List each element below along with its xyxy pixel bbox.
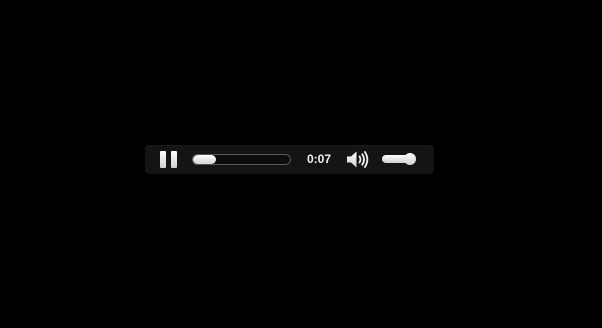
progress-thumb[interactable] bbox=[194, 155, 217, 164]
mute-button[interactable] bbox=[346, 150, 370, 169]
speaker-volume-icon bbox=[347, 151, 369, 168]
pause-icon-bar-left bbox=[160, 151, 166, 168]
volume-thumb[interactable] bbox=[404, 153, 416, 165]
video-stage: 0:07 bbox=[0, 0, 602, 328]
volume-slider[interactable] bbox=[382, 153, 416, 165]
elapsed-time: 0:07 bbox=[306, 152, 332, 166]
media-control-bar: 0:07 bbox=[145, 145, 434, 174]
pause-icon-bar-right bbox=[171, 151, 177, 168]
pause-button[interactable] bbox=[160, 151, 178, 168]
progress-slider[interactable] bbox=[192, 154, 291, 165]
